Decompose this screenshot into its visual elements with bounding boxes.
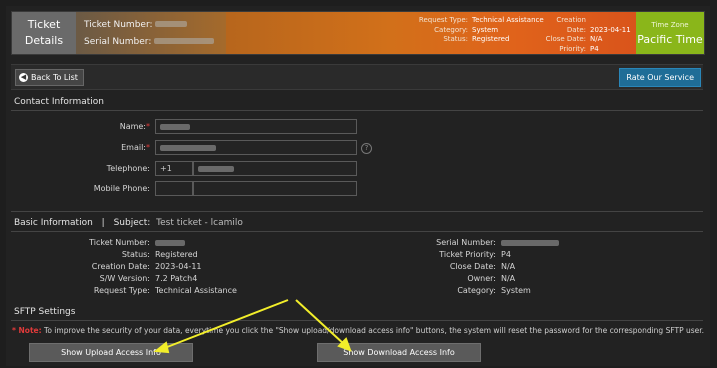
arrow-to-upload-line <box>161 299 289 350</box>
annotation-arrows <box>153 299 352 354</box>
annotation-arrow-icon <box>153 299 352 354</box>
arrow-to-download-line <box>295 299 346 346</box>
arrow-to-upload-head <box>153 341 170 354</box>
